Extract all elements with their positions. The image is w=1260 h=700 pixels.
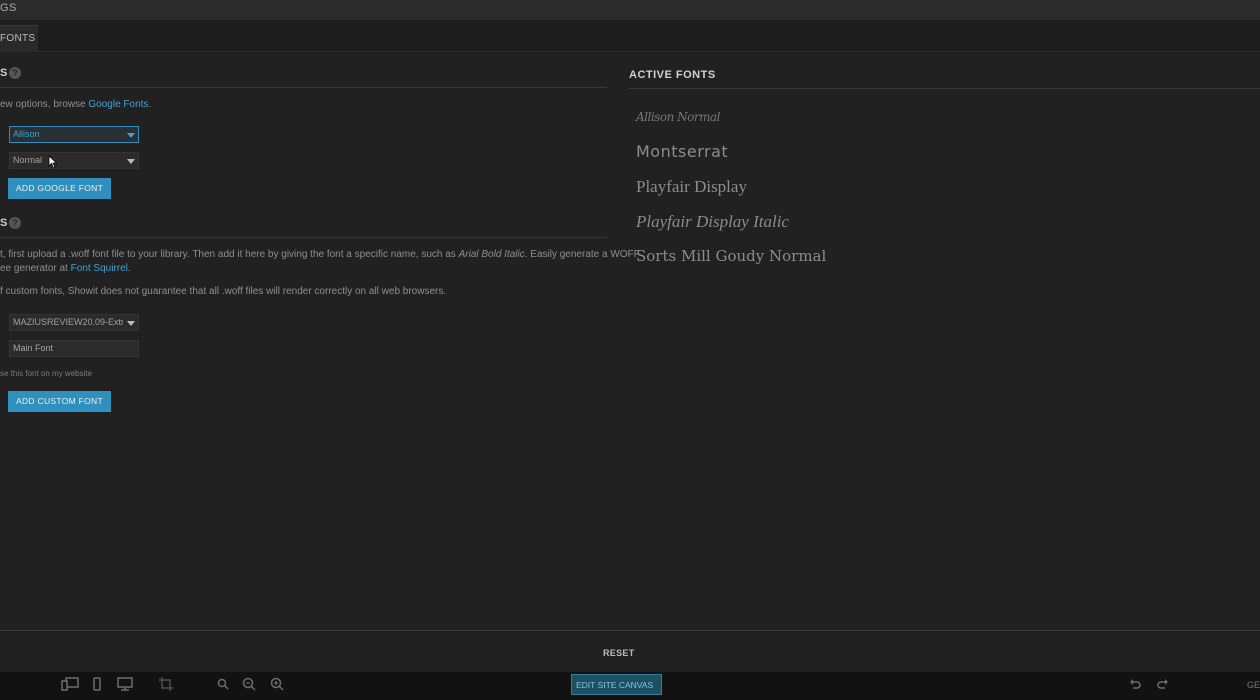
undo-icon[interactable] xyxy=(1129,677,1141,695)
tab-bar: FONTS xyxy=(0,21,1260,52)
active-font-item[interactable]: Sorts Mill Goudy Normal xyxy=(636,247,826,265)
redo-icon[interactable] xyxy=(1157,677,1169,695)
edit-site-canvas-button[interactable]: EDIT SITE CANVAS xyxy=(571,674,662,695)
divider xyxy=(629,88,1260,89)
crop-icon[interactable] xyxy=(159,677,173,696)
zoom-out-icon[interactable] xyxy=(217,677,229,696)
google-fonts-intro: ew options, browse Google Fonts. xyxy=(0,99,152,110)
custom-fonts-heading: S xyxy=(0,217,8,229)
title-bar: GS xyxy=(0,0,1260,21)
google-font-select[interactable]: Allison xyxy=(9,126,139,143)
zoom-reset-icon[interactable] xyxy=(242,677,256,696)
tab-fonts-label: FONTS xyxy=(0,33,36,44)
custom-fonts-instructions-2: ee generator at Font Squirrel. xyxy=(0,263,131,274)
active-font-item[interactable]: Allison Normal xyxy=(636,110,720,124)
add-google-font-button[interactable]: ADD GOOGLE FONT xyxy=(8,178,111,199)
custom-fonts-header: S ? xyxy=(0,202,607,238)
google-fonts-heading: S xyxy=(0,67,8,79)
tab-fonts[interactable]: FONTS xyxy=(0,25,38,52)
font-squirrel-link[interactable]: Font Squirrel xyxy=(71,263,128,274)
mouse-cursor-icon xyxy=(48,155,58,169)
custom-fonts-disclaimer: f custom fonts, Showit does not guarante… xyxy=(0,286,447,297)
phone-icon[interactable] xyxy=(93,677,101,696)
reset-button[interactable]: RESET xyxy=(603,648,635,658)
chevron-down-icon xyxy=(127,321,135,326)
toolbar-right-label[interactable]: GE xyxy=(1247,680,1260,690)
google-fonts-header: S ? xyxy=(0,52,607,88)
woff-file-select[interactable]: MAZIUSREVIEW20.09-Extrait xyxy=(9,314,139,331)
active-font-item[interactable]: Montserrat xyxy=(636,142,728,161)
desktop-icon[interactable] xyxy=(117,677,133,696)
active-font-item[interactable]: Playfair Display xyxy=(636,177,747,197)
footer: RESET xyxy=(0,630,1260,672)
active-font-item[interactable]: Playfair Display Italic xyxy=(636,212,789,232)
chevron-down-icon xyxy=(127,159,135,164)
chevron-down-icon xyxy=(127,133,135,138)
add-custom-font-button[interactable]: ADD CUSTOM FONT xyxy=(8,391,111,412)
font-style-select[interactable]: Normal xyxy=(9,152,139,169)
zoom-in-icon[interactable] xyxy=(270,677,284,696)
active-fonts-panel: ACTIVE FONTS Allison Normal Montserrat P… xyxy=(629,52,1260,630)
help-icon[interactable]: ? xyxy=(9,217,21,229)
mobile-desktop-icon[interactable] xyxy=(61,677,79,696)
custom-fonts-instructions-1: t, first upload a .woff font file to you… xyxy=(0,249,640,260)
bottom-toolbar: EDIT SITE CANVAS GE xyxy=(0,672,1260,700)
font-settings-panel: S ? ew options, browse Google Fonts. All… xyxy=(0,52,640,630)
font-name-input[interactable]: Main Font xyxy=(9,340,139,357)
license-checkbox-label[interactable]: se this font on my website xyxy=(0,369,92,378)
google-fonts-link[interactable]: Google Fonts xyxy=(88,99,148,110)
window-title: GS xyxy=(0,2,17,14)
help-icon[interactable]: ? xyxy=(9,67,21,79)
active-fonts-heading: ACTIVE FONTS xyxy=(629,69,716,81)
